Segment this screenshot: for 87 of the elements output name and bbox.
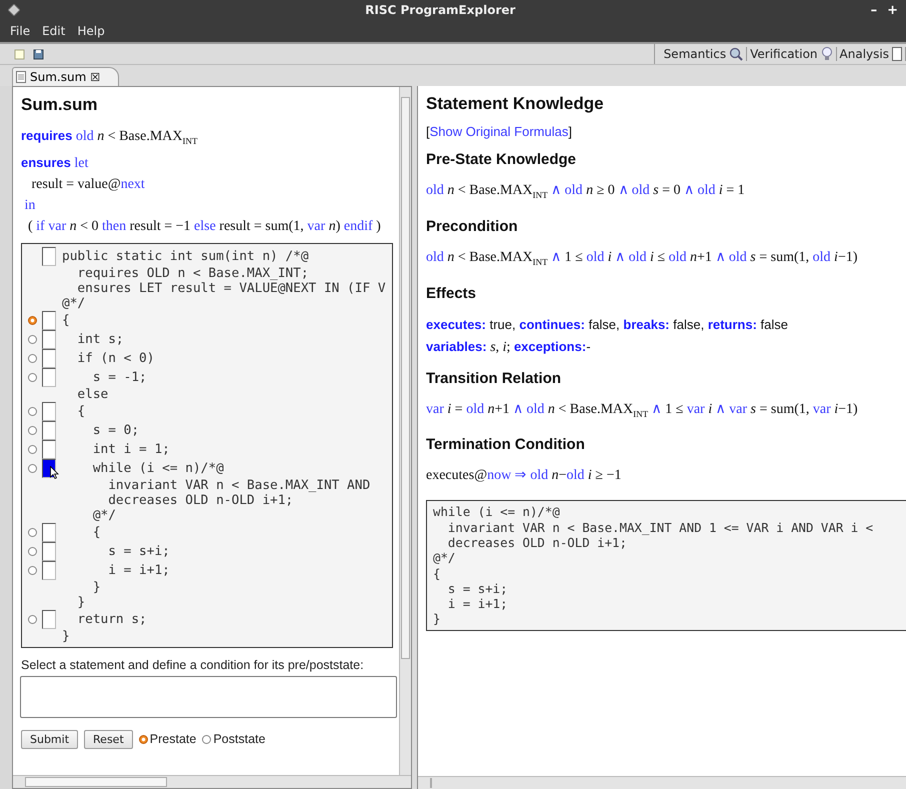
- section-heading: Termination Condition: [426, 436, 586, 454]
- form-button[interactable]: Submit: [21, 730, 78, 749]
- code-line: while (i <= n)/*@: [92, 460, 224, 476]
- statement-radio[interactable]: [28, 546, 37, 556]
- tab-label: Sum.sum: [30, 70, 86, 84]
- editor-tab[interactable]: Sum.sum ☒: [12, 67, 120, 86]
- statement-radio[interactable]: [28, 614, 37, 624]
- app-icon: [8, 4, 20, 16]
- spec-formula: ensures let: [21, 154, 90, 173]
- code-line: }: [92, 580, 101, 595]
- show-formulas-link[interactable]: Show Original Formulas: [430, 124, 568, 139]
- method-title: Sum.sum: [21, 95, 99, 115]
- statement-radio[interactable]: [28, 406, 37, 416]
- formula: old n < Base.MAX$_{INT}$ ∧ 1 ≤ old i ∧ old i ≤ old n+1 ∧ old s = sum(1, old i−1): [426, 248, 858, 269]
- spec-formula: in: [24, 196, 36, 215]
- perspective-button[interactable]: Verification: [747, 47, 837, 61]
- code-line: int s;: [76, 332, 124, 347]
- mouse-pointer-icon: [50, 466, 59, 479]
- formula: executes@now ⇒ old n−old i ≥ −1: [426, 467, 622, 486]
- statement-radio[interactable]: [28, 528, 37, 537]
- statement-radio[interactable]: [28, 426, 37, 435]
- code-line: int i = 1;: [92, 442, 170, 457]
- statement-radio[interactable]: [28, 334, 37, 344]
- code-line: {: [76, 404, 86, 419]
- section-heading: Pre-State Knowledge: [426, 151, 578, 168]
- spec-formula: requires old n < Base.MAX$_{INT}$: [21, 127, 198, 148]
- section-heading: Effects: [426, 284, 478, 302]
- window-control[interactable]: –: [870, 2, 878, 18]
- form-button[interactable]: Reset: [84, 730, 133, 749]
- code-line: @*/: [62, 296, 86, 311]
- window-title: RISC ProgramExplorer: [364, 3, 516, 17]
- search-icon: [729, 47, 744, 61]
- menu-item[interactable]: Help: [77, 24, 105, 38]
- code-line: }: [62, 628, 70, 644]
- page-icon: [892, 47, 902, 61]
- menu-item[interactable]: Edit: [42, 24, 66, 38]
- code-line: requires OLD n < Base.MAX_INT;: [76, 266, 309, 281]
- code-line: s = -1;: [92, 370, 147, 385]
- statement-radio[interactable]: [28, 354, 37, 363]
- code-line: public static int sum(int n) /*@: [62, 248, 309, 264]
- code-line: else: [76, 386, 108, 402]
- formula: old n < Base.MAX$_{INT}$ ∧ old n ≥ 0 ∧ old s = 0 ∧ old i = 1: [426, 182, 746, 202]
- statement-radio[interactable]: [28, 566, 37, 575]
- menu-item[interactable]: File: [10, 24, 30, 38]
- code-line: decreases OLD n-OLD i+1;: [107, 492, 294, 508]
- condition-label: Select a statement and define a condition for its pre/poststate:: [21, 658, 365, 672]
- condition-input[interactable]: [20, 676, 397, 718]
- code-line: return s;: [76, 612, 147, 627]
- section-heading: Precondition: [426, 218, 519, 235]
- code-line: {: [92, 524, 101, 540]
- lightbulb-icon: [820, 47, 833, 61]
- code-line: }: [76, 594, 86, 610]
- new-file-icon[interactable]: [14, 48, 25, 60]
- formula: var i = old n+1 ∧ old n < Base.MAX$_{INT}$ ∧ 1 ≤ var i ∧ var s = sum(1, var i−1): [426, 400, 859, 420]
- file-icon: [16, 71, 26, 83]
- code-line: s = s+i;: [107, 544, 170, 559]
- section-heading: Transition Relation: [426, 370, 562, 387]
- code-line: s = 0;: [92, 422, 140, 438]
- window-control[interactable]: +: [887, 2, 898, 18]
- statement-radio[interactable]: [28, 372, 37, 382]
- tab-close-button[interactable]: ☒: [90, 70, 100, 84]
- spec-formula: result = value@next: [30, 176, 146, 194]
- state-radio[interactable]: [202, 734, 212, 744]
- horizontal-scrollbar[interactable]: [13, 775, 411, 788]
- code-line: {: [62, 312, 70, 328]
- formula: executes: true, continues: false, breaks: false, returns: false: [426, 316, 790, 334]
- code-line: if (n < 0): [76, 350, 154, 366]
- horizontal-scrollbar[interactable]: [418, 776, 906, 789]
- code-line: @*/: [92, 508, 116, 523]
- spec-formula: ( if var n < 0 then result = −1 else result = sum(1, var n) endif ): [27, 218, 382, 236]
- panel-title: Statement Knowledge: [426, 94, 605, 114]
- perspective-button[interactable]: Analysis: [836, 47, 906, 61]
- radio-label[interactable]: Prestate: [150, 732, 196, 746]
- code-line: ensures LET result = VALUE@NEXT IN (IF V: [76, 280, 386, 296]
- statement-radio[interactable]: [28, 316, 37, 325]
- link-brackets: [Show Original Formulas]: [426, 124, 573, 139]
- code-line: i = i+1;: [107, 562, 170, 578]
- radio-label[interactable]: Poststate: [213, 732, 266, 746]
- formula: variables: s, i; exceptions:-: [426, 338, 592, 357]
- state-radio[interactable]: [138, 734, 148, 744]
- vertical-scrollbar[interactable]: [399, 87, 411, 775]
- statement-radio[interactable]: [28, 444, 37, 454]
- save-icon[interactable]: [33, 48, 44, 60]
- code-excerpt: while (i <= n)/*@ invariant VAR n < Base.MAX_INT AND 1 <= VAR i AND VAR i < decreases OLD n-OLD i+1; @*/ { s = s+i; i = i+1; }: [426, 500, 906, 631]
- statement-radio[interactable]: [28, 464, 37, 473]
- perspective-button[interactable]: Semantics: [660, 47, 748, 61]
- code-line: invariant VAR n < Base.MAX_INT AND: [107, 478, 370, 493]
